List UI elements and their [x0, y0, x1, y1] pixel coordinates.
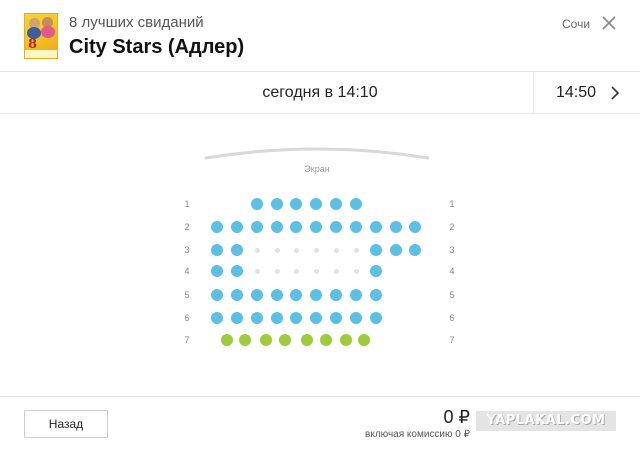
seat[interactable]: [350, 312, 362, 324]
seat[interactable]: [390, 221, 402, 233]
seat-taken: [254, 268, 260, 274]
seat[interactable]: [231, 312, 243, 324]
seat[interactable]: [301, 334, 313, 346]
chevron-right-icon: [611, 86, 620, 100]
seat[interactable]: [350, 221, 362, 233]
seat-taken: [293, 247, 299, 253]
row-number-left: 5: [184, 290, 190, 300]
seat-taken: [333, 268, 339, 274]
seat[interactable]: [310, 289, 322, 301]
seat[interactable]: [310, 198, 322, 210]
seat[interactable]: [260, 334, 272, 346]
watermark-text: YAPLAKAL.COM: [486, 413, 606, 428]
seat[interactable]: [290, 289, 302, 301]
seat[interactable]: [231, 244, 243, 256]
close-icon: [602, 16, 616, 30]
seat[interactable]: [271, 198, 283, 210]
movie-title: 8 лучших свиданий: [69, 14, 204, 31]
seat[interactable]: [231, 289, 243, 301]
seat-taken: [333, 247, 339, 253]
seat[interactable]: [390, 244, 402, 256]
seat[interactable]: [239, 334, 251, 346]
seat[interactable]: [358, 334, 370, 346]
row-number-left: 1: [184, 199, 190, 209]
seat[interactable]: [231, 265, 243, 277]
seat[interactable]: [211, 221, 223, 233]
seat[interactable]: [350, 289, 362, 301]
seat-taken: [293, 268, 299, 274]
seat[interactable]: [330, 198, 342, 210]
movie-poster: 8: [24, 13, 58, 59]
seat[interactable]: [251, 198, 263, 210]
row-number-right: 6: [449, 313, 455, 323]
row-number-left: 6: [184, 313, 190, 323]
seat[interactable]: [320, 334, 332, 346]
next-session-time: 14:50: [556, 84, 597, 101]
seat[interactable]: [271, 312, 283, 324]
footer: Назад 0 ₽ включая комиссию 0 ₽ Купить YA…: [0, 396, 640, 451]
seat-taken: [353, 247, 359, 253]
seat[interactable]: [290, 221, 302, 233]
seat[interactable]: [271, 221, 283, 233]
seat[interactable]: [279, 334, 291, 346]
row-number-right: 5: [449, 290, 455, 300]
seat[interactable]: [409, 221, 421, 233]
current-session-time: сегодня в 14:10: [262, 84, 378, 101]
seat-taken: [313, 268, 319, 274]
seat[interactable]: [211, 312, 223, 324]
seat[interactable]: [290, 198, 302, 210]
seat[interactable]: [251, 221, 263, 233]
seat[interactable]: [310, 312, 322, 324]
seat[interactable]: [350, 198, 362, 210]
cinema-name: City Stars (Адлер): [69, 36, 245, 58]
total-price: 0 ₽: [443, 407, 470, 427]
seat-taken: [313, 247, 319, 253]
header: 8 8 лучших свиданий City Stars (Адлер) С…: [0, 0, 640, 72]
next-session-button[interactable]: 14:50: [533, 72, 640, 113]
close-button[interactable]: [600, 14, 618, 32]
seat[interactable]: [221, 334, 233, 346]
seat[interactable]: [330, 312, 342, 324]
seat[interactable]: [211, 289, 223, 301]
row-number-right: 7: [449, 335, 455, 345]
seat[interactable]: [211, 244, 223, 256]
seat[interactable]: [310, 221, 322, 233]
seat[interactable]: [251, 312, 263, 324]
seat[interactable]: [211, 265, 223, 277]
seat[interactable]: [370, 265, 382, 277]
seat-taken: [353, 268, 359, 274]
seat[interactable]: [370, 312, 382, 324]
seat[interactable]: [370, 221, 382, 233]
seat[interactable]: [409, 244, 421, 256]
seat[interactable]: [340, 334, 352, 346]
seat[interactable]: [290, 312, 302, 324]
seat-taken: [254, 247, 260, 253]
row-number-left: 2: [184, 222, 190, 232]
row-number-right: 1: [449, 199, 455, 209]
row-number-left: 3: [184, 245, 190, 255]
row-number-left: 4: [184, 266, 190, 276]
row-number-left: 7: [184, 335, 190, 345]
row-number-right: 4: [449, 266, 455, 276]
city-selector[interactable]: Сочи: [562, 17, 590, 31]
commission-text: включая комиссию 0 ₽: [365, 429, 470, 440]
seat[interactable]: [370, 244, 382, 256]
seat[interactable]: [271, 289, 283, 301]
site-watermark: YAPLAKAL.COM: [476, 411, 616, 431]
seating-hall: Экран 1 1 2 2 3 3 4 4 5 5 6 6 7 7: [0, 114, 640, 396]
screen-label: Экран: [304, 164, 330, 174]
row-number-right: 2: [449, 222, 455, 232]
seat[interactable]: [251, 289, 263, 301]
row-number-right: 3: [449, 245, 455, 255]
seat-taken: [274, 247, 280, 253]
seat[interactable]: [330, 221, 342, 233]
back-button[interactable]: Назад: [24, 410, 108, 438]
seat[interactable]: [330, 289, 342, 301]
session-bar: сегодня в 14:10 14:50: [0, 72, 640, 114]
seat[interactable]: [231, 221, 243, 233]
seat-taken: [274, 268, 280, 274]
seat[interactable]: [370, 289, 382, 301]
